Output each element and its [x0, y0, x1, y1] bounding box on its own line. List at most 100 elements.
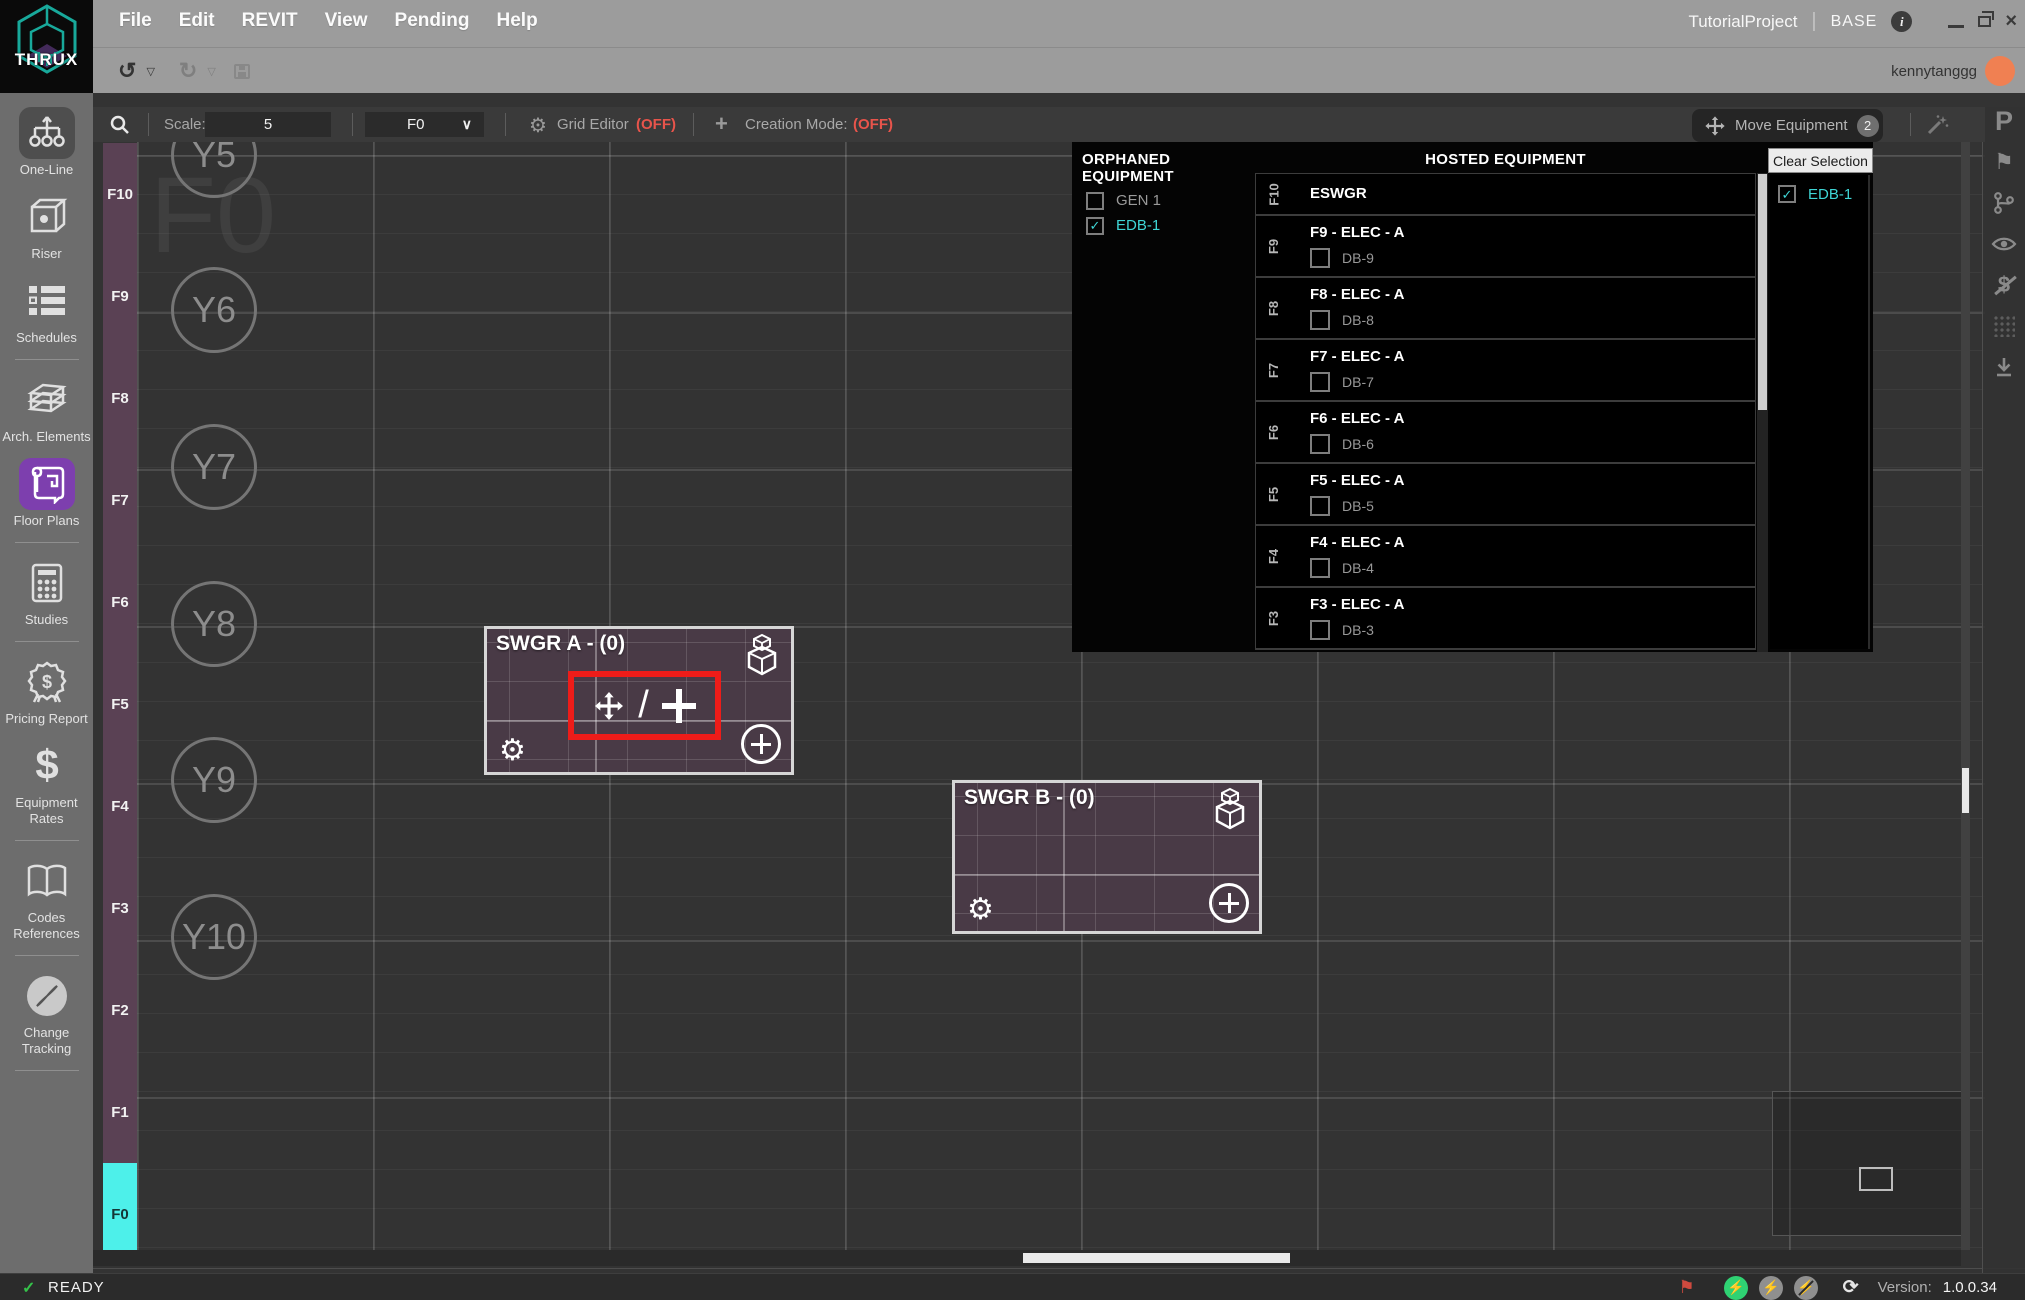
close-icon[interactable]: × — [2005, 10, 2017, 33]
logo-text: THRUX — [0, 50, 93, 70]
menu-item-revit[interactable]: REVIT — [242, 10, 298, 32]
equipment-swgr-b[interactable]: SWGR B - (0) ⚙ — [952, 780, 1262, 934]
checkbox[interactable] — [1310, 434, 1330, 454]
menu-item-edit[interactable]: Edit — [179, 10, 215, 32]
hosted-list-scrollbar-thumb[interactable] — [1758, 174, 1767, 410]
hosted-list-scrollbar[interactable] — [1757, 173, 1768, 652]
sidebar-item-change-tracking[interactable]: Change Tracking — [0, 970, 93, 1057]
floor-select[interactable]: F0 ∨ — [365, 112, 484, 137]
clear-selection-button[interactable]: Clear Selection — [1768, 148, 1873, 173]
hosted-row-f6[interactable]: F6F6 - ELEC - ADB-6 — [1256, 402, 1755, 464]
floor-cell-f6[interactable]: F6 — [103, 551, 137, 653]
floor-cell-f2[interactable]: F2 — [103, 959, 137, 1061]
redo-dropdown-icon[interactable]: ▽ — [207, 65, 215, 78]
power-neutral-icon[interactable]: ⚡ — [1759, 1276, 1783, 1300]
sidebar-item-arch-elements[interactable]: Arch. Elements — [0, 374, 93, 445]
hosted-row-f9[interactable]: F9F9 - ELEC - ADB-9 — [1256, 216, 1755, 278]
creation-mode-plus-icon[interactable]: + — [715, 111, 728, 137]
redo-icon[interactable]: ↻ — [179, 60, 197, 82]
equipment-swgr-a[interactable]: SWGR A - (0) ⚙ / — [484, 626, 794, 775]
floor-cell-f8[interactable]: F8 — [103, 347, 137, 449]
horizontal-scrollbar-thumb[interactable] — [1023, 1253, 1290, 1263]
info-icon[interactable]: i — [1891, 11, 1912, 32]
undo-dropdown-icon[interactable]: ▽ — [146, 65, 154, 78]
hosted-row-f7[interactable]: F7F7 - ELEC - ADB-7 — [1256, 340, 1755, 402]
horizontal-scrollbar[interactable] — [93, 1250, 1961, 1266]
hosted-row-f5[interactable]: F5F5 - ELEC - ADB-5 — [1256, 464, 1755, 526]
sidebar-item-codes-references[interactable]: Codes References — [0, 855, 93, 942]
floor-cell-f3[interactable]: F3 — [103, 857, 137, 959]
avatar[interactable] — [1985, 56, 2015, 86]
settings-gear-icon[interactable]: ⚙ — [967, 895, 994, 925]
floor-cell-f9[interactable]: F9 — [103, 245, 137, 347]
floor-cell-f4[interactable]: F4 — [103, 755, 137, 857]
add-circle-icon[interactable] — [741, 724, 781, 764]
sync-icon[interactable]: ⟳ — [1843, 1276, 1859, 1299]
undo-icon[interactable]: ↺ — [118, 60, 136, 82]
sidebar-item-riser[interactable]: Riser — [0, 191, 93, 262]
search-icon[interactable] — [109, 114, 130, 135]
menu-item-file[interactable]: File — [119, 10, 152, 32]
checkbox[interactable] — [1310, 372, 1330, 392]
vertical-scrollbar[interactable] — [1961, 142, 1970, 1250]
sidebar-item-equipment-rates[interactable]: $Equipment Rates — [0, 740, 93, 827]
orphaned-item-gen-1[interactable]: GEN 1 — [1072, 185, 1255, 210]
floor-cell-f5[interactable]: F5 — [103, 653, 137, 755]
scale-input[interactable]: 5 — [205, 112, 331, 137]
flag-icon[interactable]: ⚑ — [1994, 150, 2014, 174]
hosted-row-f3[interactable]: F3F3 - ELEC - ADB-3 — [1256, 588, 1755, 650]
checkbox[interactable] — [1310, 620, 1330, 640]
grid-dots-icon[interactable] — [1993, 314, 2015, 338]
checkbox[interactable] — [1310, 558, 1330, 578]
move-equipment-label: Move Equipment — [1735, 117, 1848, 134]
menu-item-pending[interactable]: Pending — [395, 10, 470, 32]
download-icon[interactable] — [1993, 355, 2015, 379]
minimize-icon[interactable] — [1948, 25, 1964, 28]
power-on-icon[interactable]: ⚡ — [1724, 1276, 1748, 1300]
save-icon[interactable] — [234, 64, 250, 79]
checkbox[interactable]: ✓ — [1778, 185, 1796, 203]
magic-wand-icon[interactable] — [1925, 113, 1949, 137]
settings-gear-icon[interactable]: ⚙ — [499, 736, 526, 766]
checkbox[interactable] — [1086, 192, 1104, 210]
floor-cell-f1[interactable]: F1 — [103, 1061, 137, 1163]
move-icon[interactable] — [593, 690, 625, 722]
minimap[interactable] — [1772, 1091, 1963, 1236]
menu-item-view[interactable]: View — [325, 10, 368, 32]
floor-cell-f10[interactable]: F10 — [103, 143, 137, 245]
checkbox[interactable] — [1310, 248, 1330, 268]
floor-cell-f7[interactable]: F7 — [103, 449, 137, 551]
cube-3d-icon[interactable] — [741, 633, 783, 679]
branch-icon[interactable] — [1992, 191, 2016, 215]
checkbox[interactable]: ✓ — [1086, 217, 1104, 235]
checkbox[interactable] — [1310, 310, 1330, 330]
sidebar-item-floor-plans[interactable]: Floor Plans — [0, 458, 93, 529]
checkbox[interactable] — [1310, 496, 1330, 516]
minimap-viewport[interactable] — [1859, 1167, 1893, 1191]
vertical-scrollbar-thumb[interactable] — [1962, 768, 1969, 813]
hosted-row-f4[interactable]: F4F4 - ELEC - ADB-4 — [1256, 526, 1755, 588]
sidebar-item-schedules[interactable]: Schedules — [0, 275, 93, 346]
hosted-row-f8[interactable]: F8F8 - ELEC - ADB-8 — [1256, 278, 1755, 340]
p-views-icon[interactable]: P — [1995, 109, 2013, 133]
create-plus-icon[interactable] — [662, 689, 696, 723]
selected-item-edb-1[interactable]: ✓EDB-1 — [1770, 175, 1868, 203]
power-off-icon[interactable]: ⚡ — [1794, 1276, 1818, 1300]
dollar-off-icon[interactable]: $ — [1998, 273, 2010, 297]
grid-editor-gear-icon[interactable]: ⚙ — [529, 113, 547, 138]
add-circle-icon[interactable] — [1209, 883, 1249, 923]
hosted-row-f10[interactable]: F10ESWGR — [1256, 174, 1755, 216]
studies-icon — [19, 557, 75, 609]
restore-icon[interactable] — [1978, 16, 1991, 27]
orphaned-item-edb-1[interactable]: ✓EDB-1 — [1072, 210, 1255, 235]
grid-editor-label[interactable]: Grid Editor — [557, 116, 629, 133]
move-equipment-button[interactable]: Move Equipment 2 — [1692, 109, 1883, 142]
menu-item-help[interactable]: Help — [497, 10, 538, 32]
flag-status-icon[interactable]: ⚑ — [1679, 1277, 1695, 1298]
sidebar-item-one-line[interactable]: One-Line — [0, 107, 93, 178]
eye-icon[interactable] — [1991, 232, 2017, 256]
sidebar-item-studies[interactable]: Studies — [0, 557, 93, 628]
creation-mode-label[interactable]: Creation Mode: — [745, 116, 848, 133]
cube-3d-icon[interactable] — [1209, 787, 1251, 833]
sidebar-item-pricing-report[interactable]: $Pricing Report — [0, 656, 93, 727]
